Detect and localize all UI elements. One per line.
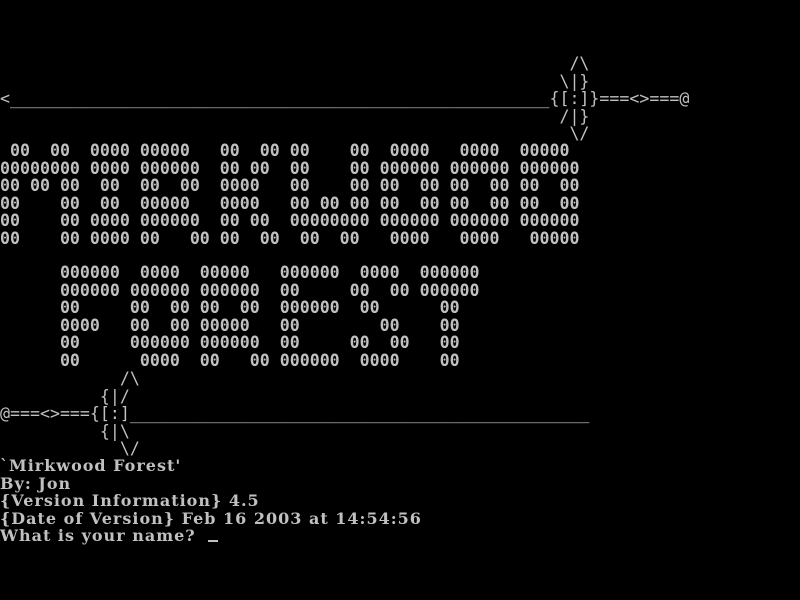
name-prompt-line: What is your name? xyxy=(0,527,422,545)
name-prompt: What is your name? xyxy=(0,526,203,546)
game-author: By: Jon xyxy=(0,473,72,493)
banner-forest: 000000 0000 00000 000000 0000 000000 000… xyxy=(59,263,480,370)
text-cursor xyxy=(208,540,219,543)
banner-mirkwood: 00 00 0000 00000 00 00 00 00 0000 0000 0… xyxy=(0,141,580,248)
game-info: `Mirkwood Forest' By: Jon {Version Infor… xyxy=(0,457,422,545)
name-input[interactable] xyxy=(218,527,419,545)
game-title: `Mirkwood Forest' xyxy=(0,456,182,475)
version-info: {Version Information} 4.5 xyxy=(0,491,260,511)
version-date: {Date of Version} Feb 16 2003 at 14:54:5… xyxy=(0,508,422,528)
bottom-sword-ascii-art: /\ {|/ @===<>==={[:]____________________… xyxy=(0,369,590,458)
top-sword-ascii-art: /\ \|} <________________________________… xyxy=(0,54,690,143)
